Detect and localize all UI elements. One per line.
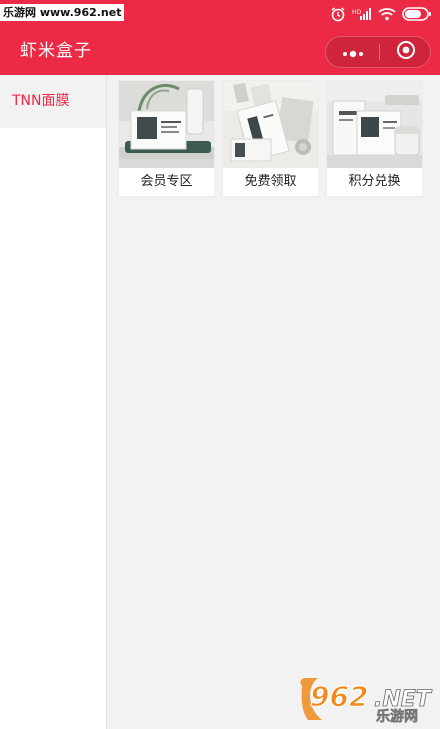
sidebar-item-label: TNN面膜: [12, 93, 70, 109]
signal-icon: HD: [352, 7, 372, 21]
watermark-bottom: 962 .NET 乐游网: [298, 676, 436, 725]
product-grid: 会员专区 免费领取 积分兑换: [118, 80, 423, 197]
watermark-sub: 乐游网: [376, 708, 418, 724]
watermark-top: 乐游网 www.962.net: [0, 4, 125, 21]
sidebar-item-tnn-mask[interactable]: TNN面膜: [0, 75, 106, 128]
product-label: 积分兑换: [348, 174, 401, 189]
battery-icon: [402, 7, 432, 21]
mini-program-capsule: [325, 36, 431, 68]
facial-mask-box-jar-image: [327, 81, 422, 168]
wifi-icon: [378, 7, 396, 21]
watermark-number: 962: [310, 680, 368, 713]
more-dots-icon: [341, 43, 365, 62]
more-button[interactable]: [326, 37, 379, 67]
category-sidebar: TNN面膜: [0, 75, 107, 729]
alarm-icon: [330, 6, 346, 22]
facial-mask-box-pouch-image: [223, 81, 318, 168]
product-card-free-claim[interactable]: 免费领取: [222, 80, 319, 197]
product-label: 会员专区: [140, 174, 193, 189]
close-button[interactable]: [380, 37, 431, 67]
target-close-icon: [396, 40, 416, 64]
page-title: 虾米盒子: [20, 41, 92, 61]
svg-text:HD: HD: [352, 9, 362, 16]
product-card-points-exchange[interactable]: 积分兑换: [326, 80, 423, 197]
facial-mask-box-tray-image: [119, 81, 214, 168]
product-label: 免费领取: [244, 174, 297, 189]
nav-bar: 虾米盒子: [0, 27, 440, 75]
product-card-member-zone[interactable]: 会员专区: [118, 80, 215, 197]
status-bar: 乐游网 www.962.net HD: [0, 0, 440, 27]
status-icons: HD: [330, 4, 432, 24]
